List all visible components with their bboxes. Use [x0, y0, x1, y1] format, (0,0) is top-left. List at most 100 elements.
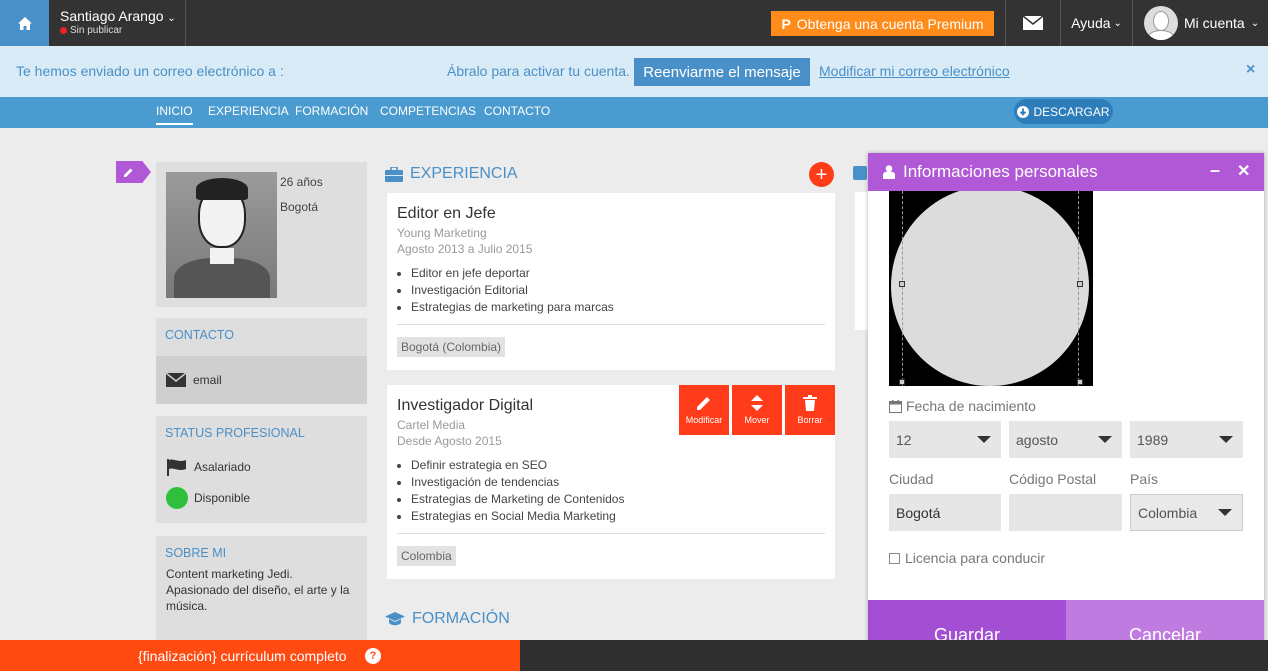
contact-card: CONTACTO email [156, 318, 367, 404]
unpublished-dot-icon [60, 27, 67, 34]
job-card: Investigador Digital Cartel Media Desde … [387, 385, 835, 579]
experience-title: EXPERIENCIA [410, 165, 518, 182]
country-label: País [1130, 471, 1159, 487]
home-icon [17, 16, 32, 30]
crop-handle[interactable] [1077, 379, 1083, 385]
crop-handle[interactable] [899, 281, 905, 287]
notice-instruction: Ábralo para activar tu cuenta. [447, 63, 630, 79]
notice-text: Te hemos enviado un correo electrónico a… [16, 63, 284, 79]
crop-handle[interactable] [899, 379, 905, 385]
nav-item-inicio[interactable]: INICIO [156, 104, 193, 125]
driving-license-label: Licencia para conducir [905, 550, 1046, 566]
close-icon[interactable]: ✕ [1237, 161, 1250, 181]
crop-handle[interactable] [1077, 281, 1083, 287]
professional-status-card: STATUS PROFESIONAL Asalariado Disponible [156, 416, 367, 523]
delete-job-button[interactable]: Borrar [785, 385, 835, 435]
trash-icon [803, 395, 817, 411]
status-title: STATUS PROFESIONAL [165, 426, 305, 440]
pencil-icon [124, 168, 133, 177]
availability-status: Disponible [194, 491, 251, 505]
move-icon [751, 395, 763, 411]
list-item: Editor en jefe deportar [411, 265, 825, 282]
birth-year-select[interactable]: 1989 [1130, 421, 1243, 458]
download-button[interactable]: DESCARGAR [1014, 99, 1113, 124]
employment-status: Asalariado [194, 460, 251, 474]
contact-title: CONTACTO [165, 328, 234, 342]
list-item: Estrategias en Social Media Marketing [411, 508, 825, 525]
list-item: Estrategias de Marketing de Contenidos [411, 491, 825, 508]
nav-item-experiencia[interactable]: EXPERIENCIA [208, 104, 289, 118]
add-experience-button[interactable]: + [809, 162, 834, 187]
home-button[interactable] [0, 0, 49, 46]
about-card: SOBRE MI Content marketing Jedi. Apasion… [156, 536, 367, 640]
completion-text: {finalización} currículum completo [138, 648, 347, 664]
job-tasks: Definir estrategia en SEO Investigación … [411, 457, 825, 525]
edit-job-button[interactable]: Modificar [679, 385, 729, 435]
account-menu[interactable]: Mi cuenta ⌄ [1133, 0, 1268, 46]
close-icon[interactable]: × [1246, 61, 1255, 79]
pencil-icon [697, 397, 710, 410]
minimize-icon[interactable]: – [1210, 160, 1220, 181]
person-icon [883, 165, 895, 179]
list-item: Investigación de tendencias [411, 474, 825, 491]
birth-day-value: 12 [896, 431, 912, 448]
nav-item-contacto[interactable]: CONTACTO [484, 104, 550, 118]
birth-month-select[interactable]: agosto [1009, 421, 1122, 458]
avatar [1144, 6, 1178, 40]
age: 26 años [280, 175, 323, 189]
job-tasks: Editor en jefe deportar Investigación Ed… [411, 265, 825, 316]
flag-icon [167, 459, 186, 476]
resend-email-button[interactable]: Reenviarme el mensaje [634, 58, 810, 86]
country-select[interactable]: Colombia [1130, 494, 1243, 531]
messages-button[interactable] [1006, 0, 1060, 46]
chevron-down-icon: ⌄ [1113, 17, 1122, 29]
email-label: email [193, 373, 222, 387]
profile-photo[interactable] [166, 172, 277, 298]
nav-item-formacion[interactable]: FORMACIÓN [295, 104, 368, 118]
help-menu[interactable]: Ayuda ⌄ [1061, 0, 1132, 46]
move-label: Mover [744, 415, 770, 425]
photo-crop-area[interactable] [889, 191, 1093, 386]
birth-day-select[interactable]: 12 [889, 421, 1001, 458]
city-field[interactable]: Bogotá [889, 494, 1001, 531]
edit-profile-tag[interactable] [116, 161, 151, 183]
postal-code-label: Código Postal [1009, 471, 1097, 487]
chevron-down-icon [1218, 509, 1232, 516]
chevron-down-icon: ⌄ [167, 13, 176, 24]
move-job-button[interactable]: Mover [732, 385, 782, 435]
chevron-down-icon [1219, 436, 1233, 443]
premium-label: Obtenga una cuenta Premium [796, 15, 984, 32]
top-bar: Santiago Arango ⌄ Sin publicar P Obtenga… [0, 0, 1268, 46]
email-contact[interactable]: email [156, 356, 367, 404]
calendar-icon [889, 399, 902, 413]
divider [397, 324, 825, 325]
envelope-icon [1023, 16, 1043, 30]
list-item: Estrategias de marketing para marcas [411, 299, 825, 316]
driving-license-checkbox[interactable] [889, 552, 900, 564]
edit-label: Modificar [685, 415, 723, 425]
modal-header: Informaciones personales [868, 153, 1264, 191]
location-tag: Bogotá (Colombia) [397, 337, 506, 357]
chevron-down-icon: ⌄ [1250, 17, 1260, 29]
download-label: DESCARGAR [1033, 104, 1110, 119]
about-title: SOBRE MI [165, 546, 227, 560]
list-item: Definir estrategia en SEO [411, 457, 825, 474]
education-title: FORMACIÓN [412, 610, 510, 627]
chevron-down-icon [977, 436, 991, 443]
premium-button[interactable]: P Obtenga una cuenta Premium [771, 11, 994, 36]
nav-item-competencias[interactable]: COMPETENCIAS [380, 104, 476, 118]
modify-email-link[interactable]: Modificar mi correo electrónico [819, 63, 1010, 79]
job-dates: Agosto 2013 a Julio 2015 [397, 242, 533, 256]
city-label: Ciudad [889, 471, 934, 487]
help-icon[interactable]: ? [365, 648, 381, 664]
driving-license-option[interactable]: Licencia para conducir [889, 550, 1045, 566]
premium-p-icon: P [781, 15, 791, 32]
job-card: Editor en Jefe Young Marketing Agosto 20… [387, 193, 835, 370]
birth-year-value: 1989 [1137, 431, 1169, 448]
completion-bar: {finalización} currículum completo ? [0, 640, 1268, 671]
postal-code-field[interactable] [1009, 494, 1122, 531]
clipboard-icon [853, 166, 867, 180]
download-icon [1017, 105, 1030, 118]
user-menu[interactable]: Santiago Arango ⌄ Sin publicar [49, 0, 186, 46]
email-verification-notice: Te hemos enviado un correo electrónico a… [0, 46, 1268, 97]
